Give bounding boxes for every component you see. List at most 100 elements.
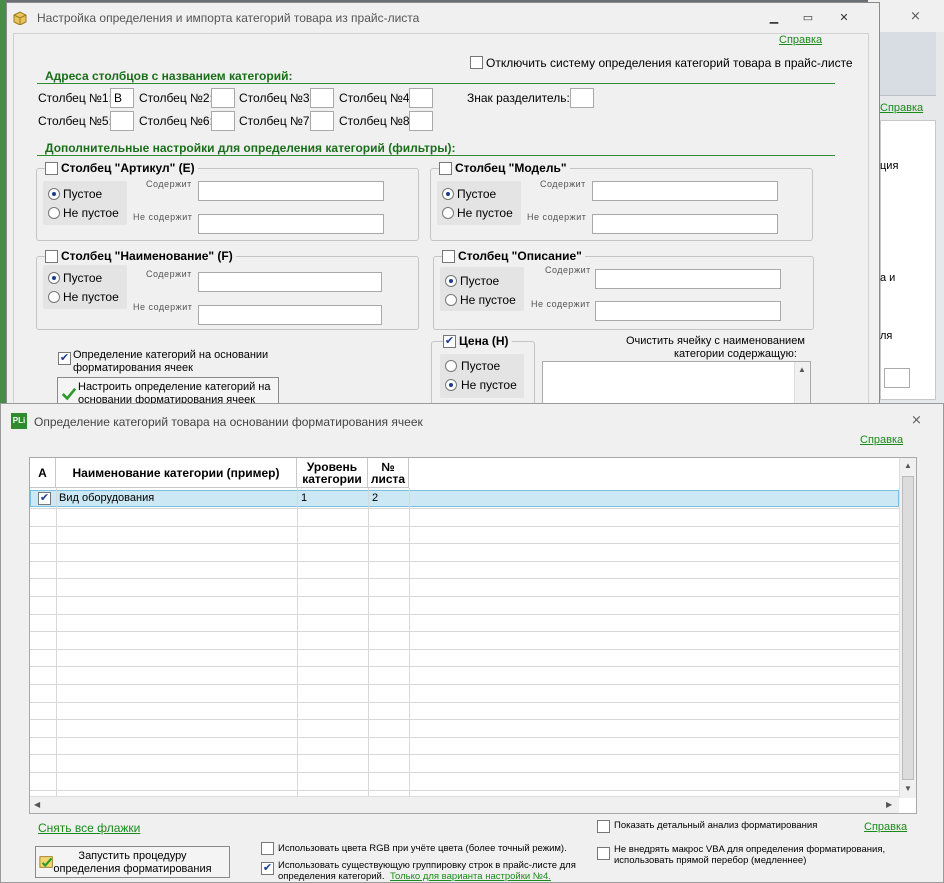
desc-contains-input[interactable]	[595, 269, 781, 289]
table-row[interactable]: ✔ Вид оборудования 1 2	[30, 490, 899, 507]
dialog-title: Определение категорий товара на основани…	[34, 415, 423, 429]
row-checkbox[interactable]: ✔	[38, 492, 51, 505]
close-icon[interactable]: ✕	[835, 9, 853, 25]
scroll-left-icon[interactable]: ◀	[34, 800, 40, 809]
desc-empty-label: Пустое	[460, 274, 500, 288]
article-filter-checkbox[interactable]	[45, 162, 58, 175]
article-notcontains-label: Не содержит	[133, 212, 193, 222]
col5-label: Столбец №5:	[38, 114, 112, 128]
detail-analysis-checkbox[interactable]	[597, 820, 610, 833]
grid-row-line	[30, 754, 899, 755]
grouping-label-1: Использовать существующую группировку ст…	[278, 860, 576, 871]
scroll-up-icon[interactable]: ▲	[798, 365, 806, 374]
price-notempty-radio[interactable]	[445, 379, 457, 391]
col4-label: Столбец №4:	[339, 91, 413, 105]
format-def-checkbox[interactable]: ✔	[58, 352, 71, 365]
dialog-close-icon[interactable]: ⨯	[911, 412, 922, 428]
name-filter-checkbox[interactable]	[45, 250, 58, 263]
col6-input[interactable]	[211, 111, 235, 131]
model-contains-label: Содержит	[540, 179, 586, 189]
article-contains-input[interactable]	[198, 181, 384, 201]
grid-row-line	[30, 772, 899, 773]
col4-input[interactable]	[409, 88, 433, 108]
main-settings-window: Настройка определения и импорта категори…	[6, 2, 880, 412]
separator-label: Знак разделитель:	[467, 91, 570, 105]
grid-row-line	[30, 561, 899, 562]
model-filter-checkbox[interactable]	[439, 162, 452, 175]
model-notempty-label: Не пустое	[457, 206, 513, 220]
header-sheet-line1: №	[381, 459, 395, 474]
disable-system-checkbox[interactable]	[470, 56, 483, 69]
no-vba-checkbox[interactable]	[597, 847, 610, 860]
grid-row-line	[30, 684, 899, 685]
desc-notcontains-input[interactable]	[595, 301, 781, 321]
price-empty-radio[interactable]	[445, 360, 457, 372]
grid-vertical-scrollbar[interactable]: ▲ ▼	[899, 458, 916, 798]
desc-notempty-label: Не пустое	[460, 293, 516, 307]
grouping-variant-link[interactable]: Только для варианта настройки №4.	[390, 871, 551, 882]
price-filter-checkbox[interactable]: ✔	[443, 335, 456, 348]
rgb-checkbox[interactable]	[261, 842, 274, 855]
no-vba-label-2: использовать прямой перебор (медленнее)	[614, 855, 807, 866]
format-def-label-2: форматирования ячеек	[73, 362, 193, 374]
rgb-label: Использовать цвета RGB при учёте цвета (…	[278, 843, 567, 854]
article-notempty-radio[interactable]	[48, 207, 60, 219]
col2-input[interactable]	[211, 88, 235, 108]
article-notcontains-input[interactable]	[198, 214, 384, 234]
col3-input[interactable]	[310, 88, 334, 108]
format-dialog-window: PLi Определение категорий товара на осно…	[0, 403, 944, 883]
configure-format-label-1: Настроить определение категорий на	[78, 381, 271, 393]
name-notcontains-input[interactable]	[198, 305, 382, 325]
name-empty-radio[interactable]	[48, 272, 60, 284]
grid-row-line	[30, 719, 899, 720]
header-name[interactable]: Наименование категории (пример)	[56, 458, 297, 488]
col1-label: Столбец №1:	[38, 91, 112, 105]
help-link[interactable]: Справка	[779, 34, 822, 46]
bg-help-link[interactable]: Справка	[880, 102, 923, 114]
run-procedure-button[interactable]: Запустить процедуру определения форматир…	[35, 846, 230, 878]
model-notempty-radio[interactable]	[442, 207, 454, 219]
columns-section-divider	[37, 83, 835, 84]
dialog-help-link-2[interactable]: Справка	[864, 821, 907, 833]
bg-close-icon[interactable]: ⨯	[910, 8, 921, 24]
grid-horizontal-scrollbar[interactable]: ◀ ▶	[30, 796, 899, 813]
grouping-checkbox[interactable]: ✔	[261, 862, 274, 875]
col1-input[interactable]: B	[110, 88, 134, 108]
desc-notempty-radio[interactable]	[445, 294, 457, 306]
maximize-icon[interactable]: ▭	[799, 9, 817, 25]
disable-system-label: Отключить систему определения категорий …	[486, 56, 853, 70]
grid-row-line	[30, 614, 899, 615]
scroll-right-icon[interactable]: ▶	[886, 800, 892, 809]
separator-input[interactable]	[570, 88, 594, 108]
model-empty-radio[interactable]	[442, 188, 454, 200]
desc-empty-radio[interactable]	[445, 275, 457, 287]
bg-input[interactable]	[884, 368, 910, 388]
name-notempty-radio[interactable]	[48, 291, 60, 303]
name-contains-input[interactable]	[198, 272, 382, 292]
scroll-down-icon[interactable]: ▼	[904, 784, 912, 793]
article-empty-radio[interactable]	[48, 188, 60, 200]
dialog-help-link[interactable]: Справка	[860, 434, 903, 446]
bg-ribbon-strip	[880, 32, 936, 96]
col5-input[interactable]	[110, 111, 134, 131]
grid-col-line	[409, 488, 410, 798]
grid-col-line	[368, 488, 369, 798]
header-level[interactable]: Уровень категории	[297, 458, 368, 488]
grid-row-line	[30, 702, 899, 703]
scroll-thumb[interactable]	[902, 476, 914, 780]
uncheck-all-link[interactable]: Снять все флажки	[38, 821, 140, 835]
col8-input[interactable]	[409, 111, 433, 131]
model-notcontains-input[interactable]	[592, 214, 778, 234]
minimize-icon[interactable]: ▁	[765, 9, 783, 25]
category-grid: A Наименование категории (пример) Уровен…	[29, 457, 917, 814]
bg-text-3: ля	[880, 330, 893, 342]
header-sheet[interactable]: № листа	[368, 458, 409, 488]
model-contains-input[interactable]	[592, 181, 778, 201]
header-a[interactable]: A	[30, 458, 56, 488]
grid-row-line	[30, 526, 899, 527]
detail-analysis-label: Показать детальный анализ форматирования	[614, 820, 818, 831]
desc-filter-checkbox[interactable]	[442, 250, 455, 263]
scroll-up-icon[interactable]: ▲	[904, 461, 912, 470]
col7-input[interactable]	[310, 111, 334, 131]
run-procedure-label-1: Запустить процедуру	[78, 850, 187, 862]
